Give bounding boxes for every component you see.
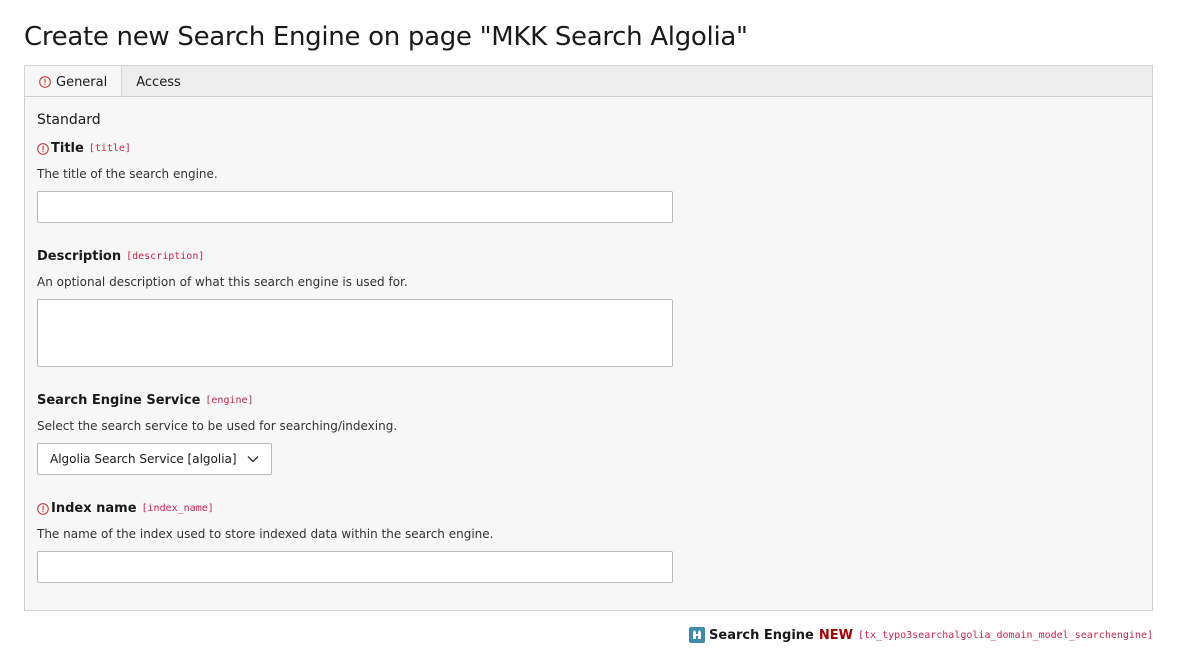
- engine-select-value: Algolia Search Service [algolia]: [50, 452, 237, 466]
- title-input[interactable]: [37, 191, 673, 223]
- tab-general[interactable]: General: [25, 65, 123, 98]
- form-panel: Standard Title [title] The title of the …: [24, 96, 1153, 611]
- engine-field-name: [engine]: [205, 395, 254, 406]
- record-table-name: [tx_typo3searchalgolia_domain_model_sear…: [857, 629, 1153, 641]
- index-name-label-text: Index name: [51, 501, 137, 516]
- exclamation-circle-icon: [39, 76, 51, 88]
- description-label-text: Description: [37, 249, 122, 264]
- description-label: Description [description]: [37, 249, 204, 264]
- record-state-badge: NEW: [818, 627, 853, 643]
- index-name-input[interactable]: [37, 551, 673, 583]
- engine-description: Select the search service to be used for…: [37, 419, 398, 433]
- engine-label: Search Engine Service [engine]: [37, 393, 254, 408]
- tab-bar: General Access: [24, 65, 1153, 98]
- exclamation-circle-icon: [37, 142, 49, 155]
- record-info: Search Engine NEW [tx_typo3searchalgolia…: [689, 627, 1153, 643]
- tab-general-label: General: [56, 74, 108, 90]
- index-name-label: Index name [index_name]: [37, 501, 214, 516]
- exclamation-circle-icon: [37, 502, 49, 515]
- title-field-name: [title]: [88, 143, 131, 154]
- record-type: Search Engine: [709, 627, 814, 643]
- index-name-field-name: [index_name]: [141, 503, 214, 514]
- description-textarea[interactable]: [37, 299, 673, 367]
- section-heading: Standard: [37, 112, 101, 128]
- tab-access-label: Access: [136, 74, 181, 90]
- title-label-text: Title: [51, 141, 84, 156]
- tab-access[interactable]: Access: [122, 66, 195, 98]
- engine-select[interactable]: Algolia Search Service [algolia]: [37, 443, 272, 475]
- page-title: Create new Search Engine on page "MKK Se…: [24, 22, 748, 52]
- engine-label-text: Search Engine Service: [37, 393, 201, 408]
- search-engine-record-icon: [689, 627, 706, 643]
- index-name-description: The name of the index used to store inde…: [37, 527, 494, 541]
- title-label: Title [title]: [37, 141, 131, 156]
- description-help: An optional description of what this sea…: [37, 275, 408, 289]
- chevron-down-icon: [247, 455, 259, 463]
- description-field-name: [description]: [126, 251, 205, 262]
- title-description: The title of the search engine.: [37, 167, 218, 181]
